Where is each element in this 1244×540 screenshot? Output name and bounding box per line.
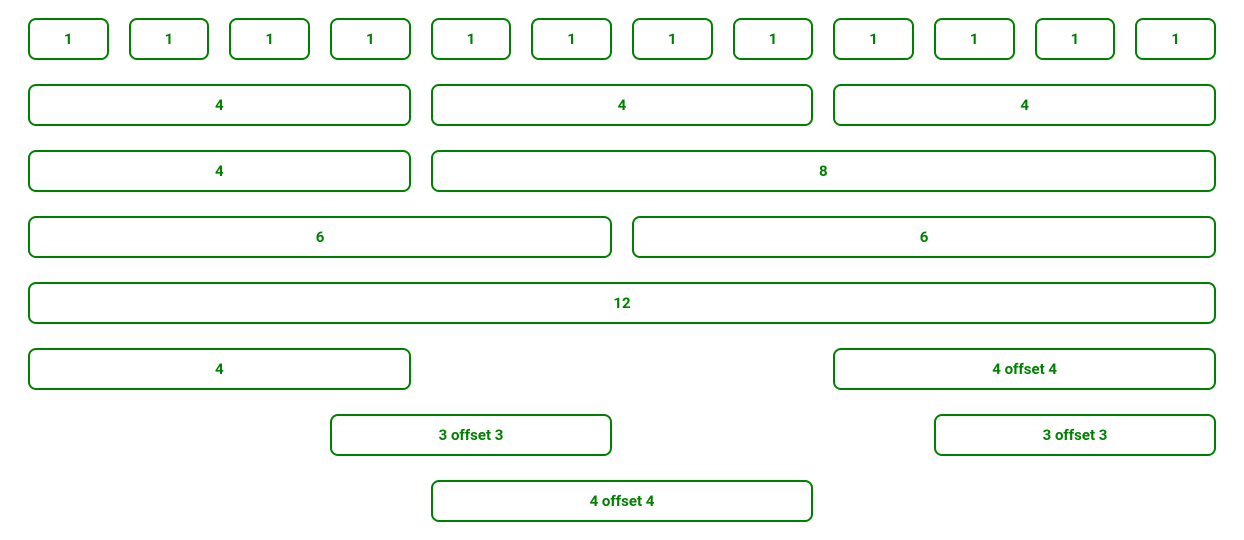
grid-cell: 3 offset 3 [330, 414, 612, 456]
grid-cell: 1 [330, 18, 411, 60]
grid-cell: 1 [129, 18, 210, 60]
grid-cell: 4 offset 4 [833, 348, 1216, 390]
grid-row: 4 offset 4 [18, 480, 1226, 522]
grid-cell: 1 [1135, 18, 1216, 60]
grid-cell: 1 [833, 18, 914, 60]
grid-cell: 4 [833, 84, 1216, 126]
grid-cell: 1 [531, 18, 612, 60]
grid-cell: 4 offset 4 [431, 480, 814, 522]
grid-cell: 1 [229, 18, 310, 60]
grid-cell: 6 [632, 216, 1216, 258]
grid-row: 3 offset 3 3 offset 3 [18, 414, 1226, 456]
grid-demo-container: 1 1 1 1 1 1 1 1 1 1 1 1 4 4 4 4 8 6 6 12… [18, 18, 1226, 522]
grid-cell: 4 [28, 150, 411, 192]
grid-cell: 1 [431, 18, 512, 60]
grid-cell: 4 [431, 84, 814, 126]
grid-cell: 6 [28, 216, 612, 258]
grid-cell: 4 [28, 348, 411, 390]
grid-row: 12 [18, 282, 1226, 324]
grid-row: 4 4 offset 4 [18, 348, 1226, 390]
grid-row: 1 1 1 1 1 1 1 1 1 1 1 1 [18, 18, 1226, 60]
grid-cell: 1 [28, 18, 109, 60]
grid-cell: 1 [934, 18, 1015, 60]
grid-cell: 3 offset 3 [934, 414, 1216, 456]
grid-row: 4 8 [18, 150, 1226, 192]
grid-row: 4 4 4 [18, 84, 1226, 126]
grid-cell: 12 [28, 282, 1216, 324]
grid-cell: 8 [431, 150, 1216, 192]
grid-cell: 1 [632, 18, 713, 60]
grid-cell: 1 [733, 18, 814, 60]
grid-row: 6 6 [18, 216, 1226, 258]
grid-cell: 1 [1035, 18, 1116, 60]
grid-cell: 4 [28, 84, 411, 126]
